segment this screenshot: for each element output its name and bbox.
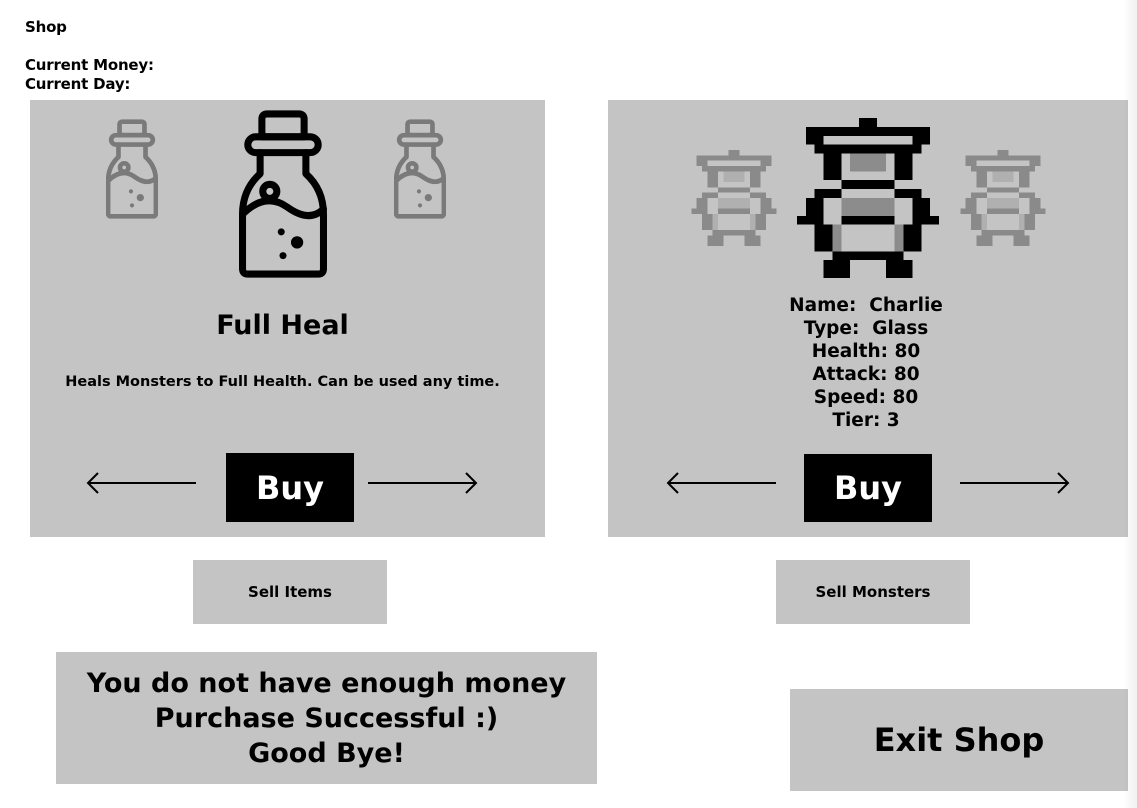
monster-sprite	[796, 118, 940, 278]
items-panel: Full Heal Heals Monsters to Full Health.…	[30, 100, 545, 537]
edge-shadow	[1123, 0, 1137, 808]
monster-name: Name: Charlie	[789, 295, 943, 316]
right-arrow-icon[interactable]	[958, 472, 1070, 494]
purchase-successful-message: Purchase Successful :)	[154, 702, 499, 734]
monster-type: Type: Glass	[803, 318, 929, 339]
item-description: Heals Monsters to Full Health. Can be us…	[65, 374, 500, 390]
current-day-label: Current Day:	[25, 75, 131, 93]
potion-icon	[239, 110, 327, 278]
sell-monsters-button[interactable]: Sell Monsters	[776, 560, 970, 624]
potion-right-icon	[394, 119, 446, 219]
right-arrow-icon[interactable]	[366, 472, 478, 494]
monster-left-sprite	[691, 150, 777, 246]
monster-tier: Tier: 3	[832, 410, 900, 431]
exit-shop-button[interactable]: Exit Shop	[790, 689, 1128, 791]
item-name: Full Heal	[216, 310, 349, 341]
monster-health: Health: 80	[811, 341, 921, 362]
monster-speed: Speed: 80	[813, 387, 919, 408]
buy-monster-button[interactable]: Buy	[804, 454, 932, 522]
left-arrow-icon[interactable]	[666, 472, 778, 494]
monster-right-sprite	[960, 150, 1046, 246]
buy-item-button[interactable]: Buy	[226, 453, 354, 522]
monsters-panel: Name: Charlie Type: Glass Health: 80 Att…	[608, 100, 1128, 537]
monster-attack: Attack: 80	[812, 364, 920, 385]
sell-items-button[interactable]: Sell Items	[193, 560, 387, 624]
not-enough-money-message: You do not have enough money	[86, 667, 567, 699]
current-money-label: Current Money:	[25, 56, 154, 74]
message-box: You do not have enough money Purchase Su…	[56, 652, 597, 784]
potion-left-icon	[106, 119, 158, 219]
shop-title: Shop	[25, 18, 67, 36]
monster-stats: Name: Charlie Type: Glass Health: 80 Att…	[608, 294, 1124, 432]
left-arrow-icon[interactable]	[86, 472, 198, 494]
goodbye-message: Good Bye!	[248, 737, 405, 769]
